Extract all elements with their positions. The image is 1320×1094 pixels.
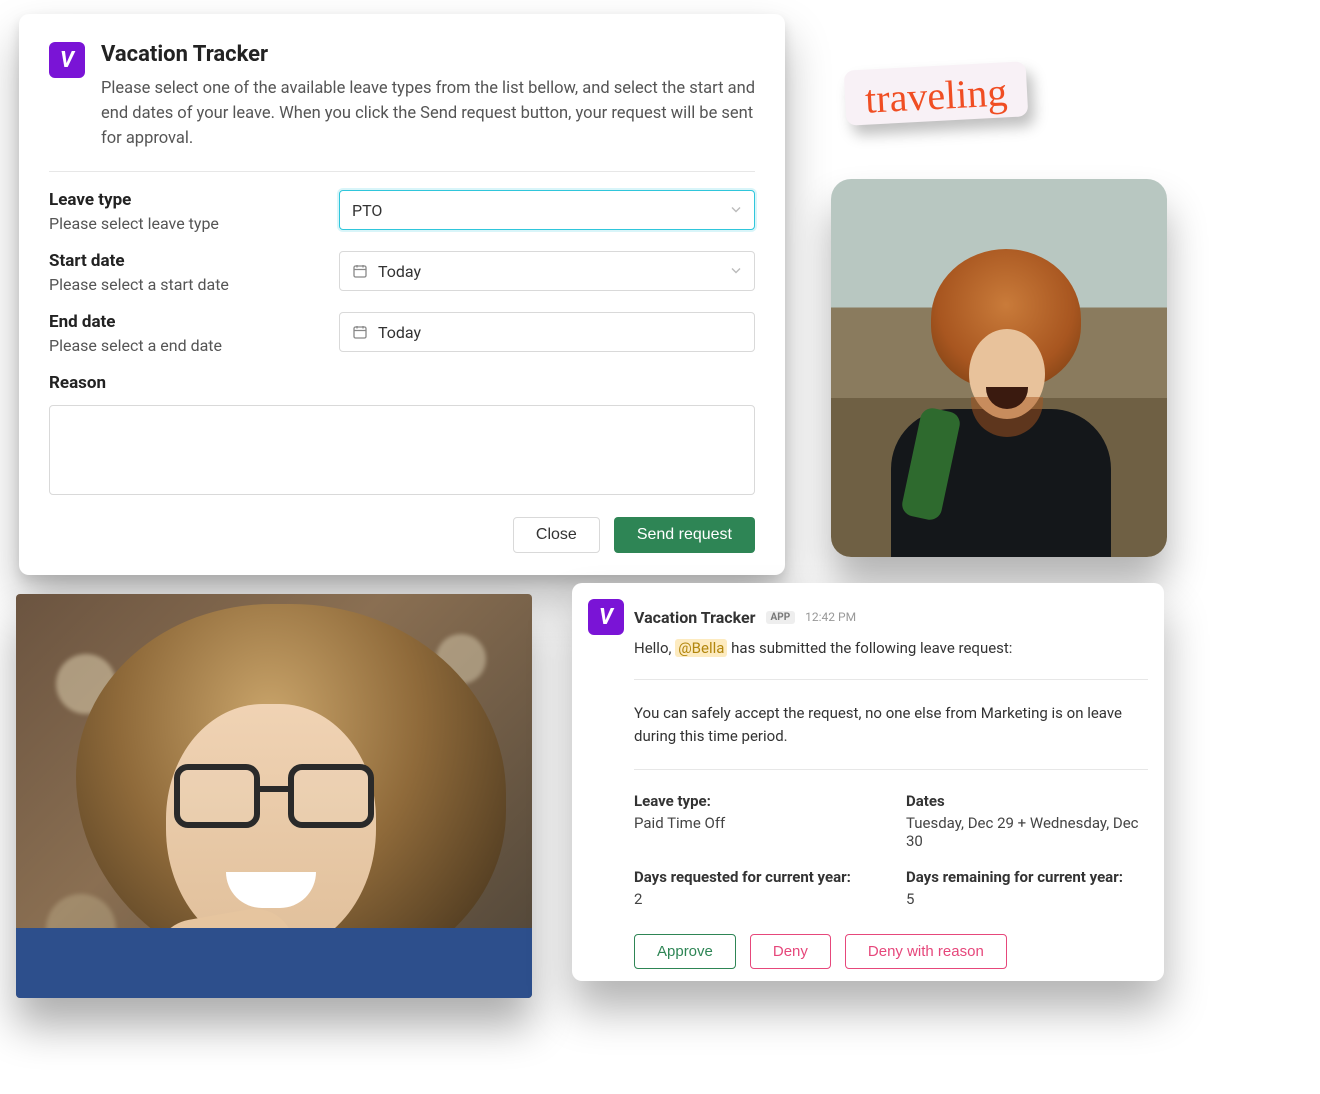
intro-suffix: has submitted the following leave reques… [727,639,1012,657]
modal-title: Vacation Tracker [101,42,755,67]
end-date-sublabel: Please select a end date [49,336,339,355]
close-button[interactable]: Close [513,517,600,553]
chevron-down-icon [730,201,742,220]
leave-type-sublabel: Please select leave type [49,214,339,233]
app-badge: APP [766,611,796,624]
leave-type-value: PTO [352,201,382,220]
leave-request-modal: V Vacation Tracker Please select one of … [19,14,785,575]
reason-label: Reason [49,373,755,393]
days-requested-label: Days requested for current year: [634,868,876,886]
message-app-name: Vacation Tracker [634,608,756,627]
modal-description: Please select one of the available leave… [101,77,755,151]
leave-type-select[interactable]: PTO [339,190,755,230]
person-glasses-photo [16,594,532,998]
end-date-value: Today [378,323,421,342]
user-mention[interactable]: @Bella [675,639,727,657]
days-remaining-label: Days remaining for current year: [906,868,1148,886]
dates-info-label: Dates [906,792,1148,810]
end-date-label: End date [49,312,339,332]
app-icon: V [588,599,624,635]
message-timestamp: 12:42 PM [805,610,856,624]
calendar-icon [352,263,368,279]
days-remaining-value: 5 [906,890,1148,908]
start-date-picker[interactable]: Today [339,251,755,291]
days-requested-value: 2 [634,890,876,908]
traveler-photo [831,179,1167,557]
end-date-picker[interactable]: Today [339,312,755,352]
safety-note: You can safely accept the request, no on… [634,702,1148,747]
message-intro: Hello, @Bella has submitted the followin… [634,639,1148,657]
deny-button[interactable]: Deny [750,934,831,969]
deny-with-reason-button[interactable]: Deny with reason [845,934,1007,969]
leave-request-message: V Vacation Tracker APP 12:42 PM Hello, @… [572,583,1164,981]
start-date-sublabel: Please select a start date [49,275,339,294]
leave-type-info-label: Leave type: [634,792,876,810]
traveling-sticker: traveling [844,61,1029,125]
dates-info-value: Tuesday, Dec 29 + Wednesday, Dec 30 [906,814,1148,850]
start-date-label: Start date [49,251,339,271]
send-request-button[interactable]: Send request [614,517,755,553]
leave-type-label: Leave type [49,190,339,210]
leave-type-info-value: Paid Time Off [634,814,876,832]
start-date-value: Today [378,262,421,281]
approve-button[interactable]: Approve [634,934,736,969]
app-icon: V [49,42,85,78]
reason-textarea[interactable] [49,405,755,495]
calendar-icon [352,324,368,340]
intro-prefix: Hello, [634,639,675,657]
chevron-down-icon [730,262,742,281]
